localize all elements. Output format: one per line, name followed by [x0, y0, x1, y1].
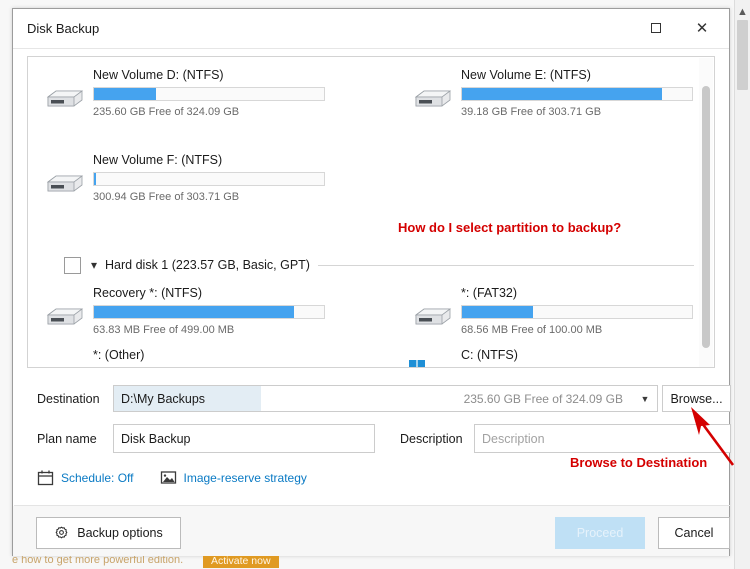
hard-drive-icon [414, 90, 452, 107]
partition-item[interactable]: New Volume F: (NTFS) 300.94 GB Free of 3… [40, 152, 350, 206]
chevron-down-icon[interactable]: ▾ [91, 259, 97, 271]
description-input[interactable]: Description [474, 424, 731, 453]
drive-icon-wrap [408, 79, 456, 121]
usage-bar-fill [94, 306, 295, 318]
usage-bar-fill [94, 173, 97, 185]
disk-backup-dialog: Disk Backup ✕ New Volume D: (NTFS) 235.6… [12, 8, 735, 556]
partition-name: New Volume E: (NTFS) [461, 68, 591, 82]
windows-logo-icon [409, 360, 425, 367]
partition-item[interactable]: *: (Other) 0.00 Bytes Free of 16.00 MB [40, 347, 350, 368]
close-button[interactable]: ✕ [681, 9, 723, 47]
schedule-link-label: Schedule: Off [61, 470, 134, 485]
footer-bar: Backup options Proceed Cancel [13, 506, 730, 556]
partition-body: New Volume E: (NTFS) 39.18 GB Free of 30… [456, 67, 714, 118]
backup-options-button[interactable]: Backup options [36, 517, 181, 549]
usage-bar [461, 367, 693, 368]
partition-item[interactable]: Recovery *: (NTFS) 63.83 MB Free of 499.… [40, 285, 350, 339]
partition-item[interactable]: C: (NTFS) 176.83 GB Free of 222.97 GB [408, 347, 714, 368]
partition-usage: 235.60 GB Free of 324.09 GB [93, 106, 240, 118]
cancel-button[interactable]: Cancel [658, 517, 730, 549]
usage-bar [93, 367, 325, 368]
partition-item[interactable]: New Volume D: (NTFS) 235.60 GB Free of 3… [40, 67, 350, 121]
screen: ▲ Disk Backup ✕ New Volume D: (NTFS) 235… [0, 0, 750, 569]
partition-list-scrollbar[interactable] [699, 58, 713, 367]
usage-bar [93, 172, 325, 186]
maximize-button[interactable] [635, 9, 677, 47]
schedule-link[interactable]: Schedule: Off [37, 469, 134, 486]
usage-bar-fill [94, 88, 157, 100]
promo-text: e how to get more powerful edition. [12, 556, 184, 566]
options-link-row: Schedule: Off Image-reserve strategy [37, 469, 333, 486]
chevron-down-icon[interactable]: ▼ [633, 394, 657, 404]
image-reserve-strategy-label: Image-reserve strategy [183, 470, 307, 485]
partition-item[interactable]: New Volume E: (NTFS) 39.18 GB Free of 30… [408, 67, 714, 121]
drive-icon-wrap [40, 297, 88, 339]
partition-body: New Volume D: (NTFS) 235.60 GB Free of 3… [88, 67, 350, 118]
destination-free-space: 235.60 GB Free of 324.09 GB [463, 391, 623, 406]
image-icon [160, 471, 176, 484]
partition-name: *: (FAT32) [461, 286, 518, 300]
background-promo-strip: e how to get more powerful edition. Acti… [0, 556, 735, 569]
partition-list-scrollbar-thumb[interactable] [702, 86, 710, 348]
usage-bar [461, 305, 693, 319]
partition-usage: 63.83 MB Free of 499.00 MB [93, 324, 235, 336]
destination-value: D:\My Backups [114, 386, 261, 411]
partition-name: *: (Other) [93, 348, 145, 362]
usage-bar [93, 87, 325, 101]
partition-body: *: (FAT32) 68.56 MB Free of 100.00 MB [456, 285, 714, 336]
image-reserve-strategy-link[interactable]: Image-reserve strategy [160, 469, 307, 486]
annotation-select-partition: How do I select partition to backup? [398, 220, 622, 235]
partition-body: C: (NTFS) 176.83 GB Free of 222.97 GB [456, 347, 714, 368]
destination-field[interactable]: D:\My Backups 235.60 GB Free of 324.09 G… [113, 385, 658, 412]
disk-group-rule [317, 264, 694, 266]
plan-name-input[interactable]: Disk Backup [113, 424, 375, 453]
hard-drive-icon [46, 308, 84, 325]
partition-list-inner: New Volume D: (NTFS) 235.60 GB Free of 3… [28, 57, 700, 368]
page-scrollbar[interactable]: ▲ [734, 0, 750, 569]
usage-bar-fill [462, 306, 534, 318]
partition-usage: 39.18 GB Free of 303.71 GB [461, 106, 602, 118]
window-title: Disk Backup [27, 21, 100, 36]
browse-button[interactable]: Browse... [662, 385, 731, 412]
gear-icon [55, 526, 68, 538]
partition-body: New Volume F: (NTFS) 300.94 GB Free of 3… [88, 152, 350, 203]
plan-name-label: Plan name [37, 432, 97, 446]
drive-icon-wrap [408, 359, 456, 367]
drive-icon-wrap [40, 164, 88, 206]
hard-drive-icon [414, 308, 452, 325]
backup-options-label: Backup options [77, 526, 163, 540]
partition-list-panel[interactable]: New Volume D: (NTFS) 235.60 GB Free of 3… [27, 56, 715, 368]
destination-label: Destination [37, 392, 100, 406]
calendar-icon [37, 470, 54, 486]
partition-usage: 300.94 GB Free of 303.71 GB [93, 191, 240, 203]
usage-bar [93, 305, 325, 319]
description-label: Description [400, 432, 463, 446]
partition-name: New Volume F: (NTFS) [93, 153, 223, 167]
disk-group-header[interactable]: ▾ Hard disk 1 (223.57 GB, Basic, GPT) [64, 252, 694, 278]
drive-icon-wrap [40, 79, 88, 121]
page-scrollbar-thumb[interactable] [737, 20, 748, 90]
proceed-button[interactable]: Proceed [555, 517, 645, 549]
partition-item[interactable]: *: (FAT32) 68.56 MB Free of 100.00 MB [408, 285, 714, 339]
scroll-up-arrow-icon[interactable]: ▲ [735, 4, 750, 20]
usage-bar-fill [462, 88, 663, 100]
maximize-icon [651, 23, 661, 33]
partition-name: New Volume D: (NTFS) [93, 68, 224, 82]
activate-now-button[interactable]: Activate now [203, 556, 279, 568]
drive-icon-wrap [408, 297, 456, 339]
partition-body: Recovery *: (NTFS) 63.83 MB Free of 499.… [88, 285, 350, 336]
hard-drive-icon [46, 175, 84, 192]
partition-name: C: (NTFS) [461, 348, 518, 362]
partition-body: *: (Other) 0.00 Bytes Free of 16.00 MB [88, 347, 350, 368]
disk-group-checkbox[interactable] [64, 256, 81, 274]
title-bar: Disk Backup ✕ [13, 9, 729, 49]
close-icon: ✕ [695, 19, 709, 37]
drive-icon-wrap [40, 359, 88, 367]
partition-usage: 68.56 MB Free of 100.00 MB [461, 324, 603, 336]
annotation-browse-destination: Browse to Destination [570, 455, 708, 470]
disk-group-label: Hard disk 1 (223.57 GB, Basic, GPT) [105, 258, 310, 272]
hard-drive-icon [46, 90, 84, 107]
usage-bar [461, 87, 693, 101]
partition-name: Recovery *: (NTFS) [93, 286, 203, 300]
